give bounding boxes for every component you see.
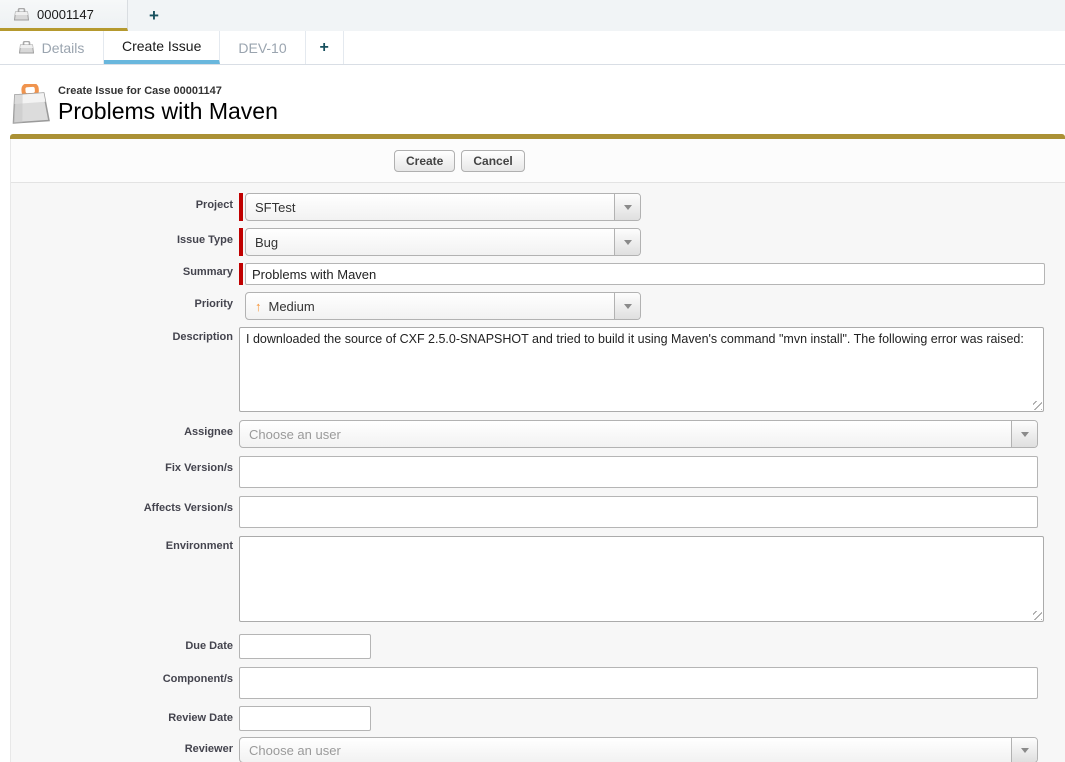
environment-label: Environment	[11, 536, 239, 622]
priority-value-text: Medium	[269, 299, 315, 314]
primary-tab-bar: 00001147 +	[0, 0, 1065, 31]
form-row-assignee: Assignee Choose an user	[11, 420, 1065, 448]
tab-create-issue-label: Create Issue	[122, 38, 201, 54]
primary-bar-spacer	[180, 0, 1065, 31]
description-label: Description	[11, 327, 239, 412]
due-date-label: Due Date	[11, 634, 239, 659]
reviewer-label: Reviewer	[11, 737, 239, 762]
form-row-affects-versions: Affects Version/s	[11, 496, 1065, 528]
fix-versions-label: Fix Version/s	[11, 456, 239, 488]
cancel-button[interactable]: Cancel	[461, 150, 524, 172]
summary-input[interactable]	[245, 263, 1045, 285]
project-select-value: SFTest	[246, 194, 614, 220]
review-date-label: Review Date	[11, 706, 239, 731]
form-row-reviewer: Reviewer Choose an user	[11, 737, 1065, 762]
primary-tab-label: 00001147	[37, 7, 94, 22]
form-row-fix-versions: Fix Version/s	[11, 456, 1065, 488]
form-row-components: Component/s	[11, 667, 1065, 699]
required-indicator	[239, 228, 243, 256]
components-label: Component/s	[11, 667, 239, 699]
priority-select-value: ↑ Medium	[246, 293, 614, 319]
affects-versions-label: Affects Version/s	[11, 496, 239, 528]
form-row-summary: Summary	[11, 263, 1065, 285]
chevron-down-icon[interactable]	[1011, 738, 1037, 762]
page-header: Create Issue for Case 00001147 Problems …	[0, 65, 1065, 134]
tab-dev-10[interactable]: DEV-10	[220, 31, 305, 64]
fix-versions-input[interactable]	[239, 456, 1038, 488]
priority-label: Priority	[11, 292, 239, 320]
add-primary-tab-button[interactable]: +	[128, 0, 180, 31]
create-button[interactable]: Create	[394, 150, 455, 172]
tab-details[interactable]: Details	[0, 31, 104, 64]
description-textarea[interactable]: I downloaded the source of CXF 2.5.0-SNA…	[240, 328, 1043, 411]
primary-tab-case[interactable]: 00001147	[0, 0, 128, 31]
case-briefcase-icon	[14, 8, 29, 21]
assignee-label: Assignee	[11, 420, 239, 448]
issue-type-label: Issue Type	[11, 228, 239, 256]
chevron-down-icon[interactable]	[614, 293, 640, 319]
console-app: 00001147 + Details Create Issue DEV-10 +…	[0, 0, 1065, 762]
form-row-review-date: Review Date	[11, 706, 1065, 731]
required-indicator	[239, 193, 243, 221]
priority-select[interactable]: ↑ Medium	[245, 292, 641, 320]
assignee-select-value: Choose an user	[240, 421, 1011, 447]
form-row-priority: Priority ↑ Medium	[11, 292, 1065, 320]
form-row-environment: Environment	[11, 536, 1065, 622]
add-subtab-button[interactable]: +	[306, 31, 344, 64]
required-indicator	[239, 263, 243, 285]
page-subtitle: Create Issue for Case 00001147	[58, 84, 278, 98]
reviewer-select-value: Choose an user	[240, 738, 1011, 762]
chevron-down-icon[interactable]	[1011, 421, 1037, 447]
issue-type-select-value: Bug	[246, 229, 614, 255]
tab-create-issue[interactable]: Create Issue	[104, 31, 220, 64]
form-button-strip: Create Cancel	[11, 139, 1065, 183]
form-body: Project SFTest Issue Type Bug	[11, 183, 1065, 762]
affects-versions-input[interactable]	[239, 496, 1038, 528]
environment-textarea[interactable]	[240, 537, 1043, 621]
secondary-tab-bar: Details Create Issue DEV-10 +	[0, 31, 1065, 65]
tab-dev-10-label: DEV-10	[238, 40, 286, 56]
due-date-input[interactable]	[239, 634, 371, 659]
reviewer-select[interactable]: Choose an user	[239, 737, 1038, 762]
chevron-down-icon[interactable]	[614, 194, 640, 220]
form-row-issue-type: Issue Type Bug	[11, 228, 1065, 256]
review-date-input[interactable]	[239, 706, 371, 731]
issue-type-select[interactable]: Bug	[245, 228, 641, 256]
form-row-description: Description I downloaded the source of C…	[11, 327, 1065, 412]
tab-details-label: Details	[42, 40, 85, 56]
case-briefcase-icon	[19, 41, 34, 54]
create-issue-form-panel: Create Cancel Project SFTest Issue Type	[10, 139, 1065, 762]
components-input[interactable]	[239, 667, 1038, 699]
case-briefcase-icon-large	[10, 84, 50, 124]
page-title: Problems with Maven	[58, 98, 278, 125]
chevron-down-icon[interactable]	[614, 229, 640, 255]
summary-label: Summary	[11, 263, 239, 285]
form-row-project: Project SFTest	[11, 193, 1065, 221]
project-label: Project	[11, 193, 239, 221]
form-row-due-date: Due Date	[11, 634, 1065, 659]
project-select[interactable]: SFTest	[245, 193, 641, 221]
priority-medium-up-arrow-icon: ↑	[255, 300, 262, 313]
assignee-select[interactable]: Choose an user	[239, 420, 1038, 448]
secondary-bar-spacer	[344, 31, 1065, 64]
